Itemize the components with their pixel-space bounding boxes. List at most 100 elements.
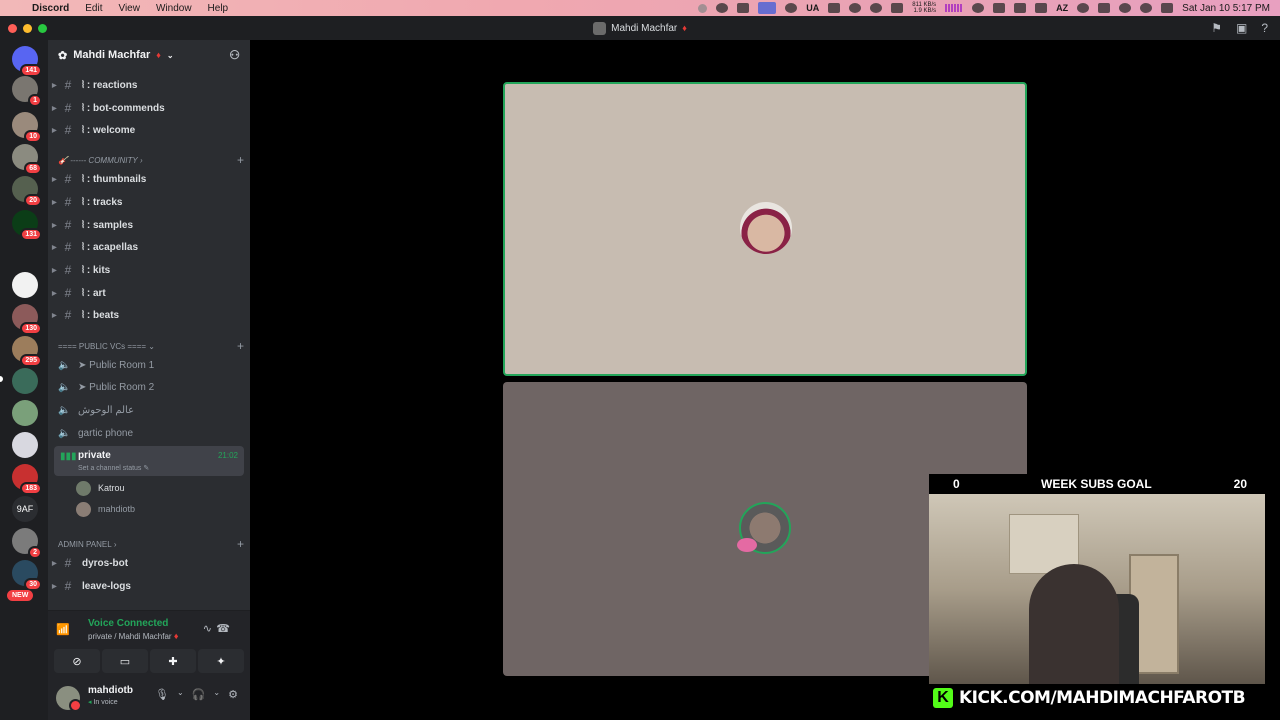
kick-url: KICK.COM/MAHDIMACHFAROTB — [959, 688, 1246, 708]
steering-icon[interactable] — [849, 3, 862, 13]
pencil-icon: ✎ — [143, 465, 150, 472]
chevron-down-icon[interactable]: ⌄ — [213, 688, 220, 701]
server-icon[interactable]: 295 — [12, 336, 42, 367]
voice-channel-public-room-1[interactable]: 🔈 ➤ Public Room 1 — [58, 355, 246, 375]
channel-tracks[interactable]: ▶ # ⦚ : tracks — [52, 192, 246, 212]
voice-channel-private[interactable]: ▮▮▮ private Set a channel status ✎ 21:02 — [54, 446, 244, 476]
network-speed[interactable]: 811 KB/s 1.9 KB/s — [912, 2, 936, 14]
voice-channel-arabic[interactable]: 🔈 عالم الوحوش — [58, 400, 246, 420]
server-icon[interactable] — [12, 272, 38, 298]
channel-reactions[interactable]: ▶ # ⦚ : reactions — [52, 75, 246, 95]
collapse-arrow-icon: ▶ — [52, 290, 57, 297]
activities-button[interactable]: ✚ — [150, 649, 196, 673]
category-public-vcs[interactable]: ==== PUBLIC VCs ==== ⌄ + — [58, 339, 244, 353]
wifi-icon[interactable] — [1119, 3, 1132, 13]
channel-status-text: Set a channel status — [78, 465, 142, 472]
record-indicator-icon[interactable] — [698, 3, 708, 13]
participant-tile-speaking[interactable] — [503, 82, 1027, 376]
music-icon[interactable] — [870, 3, 883, 13]
server-icon[interactable] — [12, 400, 38, 426]
voice-channel-public-room-2[interactable]: 🔈 ➤ Public Room 2 — [58, 377, 246, 397]
disconnect-icon[interactable]: ☎ — [216, 622, 230, 635]
server-icon[interactable]: 183 — [12, 464, 42, 495]
eye-icon[interactable] — [891, 3, 904, 13]
category-community[interactable]: 🎸 ------ COMMUNITY › + — [58, 153, 244, 167]
home-dm-icon[interactable]: 141 — [12, 46, 42, 77]
voice-member-mahdiotb[interactable]: mahdiotb — [76, 500, 236, 518]
collapse-arrow-icon: ▶ — [52, 312, 57, 319]
grid-icon[interactable] — [828, 3, 841, 13]
noise-suppression-icon[interactable]: ∿ — [203, 622, 212, 635]
chevron-down-icon: ⌄ — [166, 50, 174, 60]
obs-icon[interactable] — [716, 3, 729, 13]
camera-off-button[interactable]: ⊘ — [54, 649, 100, 673]
menu-help[interactable]: Help — [208, 3, 229, 14]
input-language[interactable]: UA — [806, 3, 819, 13]
waveform-icon[interactable] — [737, 3, 750, 13]
webcam-overlay — [929, 494, 1265, 684]
headphones-icon[interactable]: 🎧 — [192, 688, 206, 701]
cpu-meter-icon[interactable] — [945, 4, 964, 12]
channel-thumbnails[interactable]: ▶ # ⦚ : thumbnails — [52, 169, 246, 189]
channel-beats[interactable]: ▶ # ⦚ : beats — [52, 305, 246, 325]
microphone-icon[interactable]: 🎙 — [155, 688, 169, 701]
gear-icon[interactable]: ⚙ — [228, 688, 238, 701]
screen-share-button[interactable]: ▭ — [102, 649, 148, 673]
collapse-arrow-icon: ▶ — [52, 222, 57, 229]
battery-icon[interactable] — [1098, 3, 1111, 13]
vpn-icon[interactable] — [785, 3, 798, 13]
channel-leave-logs[interactable]: ▶ # leave-logs — [52, 576, 246, 596]
soundboard-button[interactable]: ✦ — [198, 649, 244, 673]
spotlight-search-icon[interactable] — [1140, 3, 1153, 13]
server-icon[interactable]: 9AF — [12, 496, 38, 522]
channel-dyros-bot[interactable]: ▶ # dyros-bot — [52, 553, 246, 573]
control-center-icon[interactable] — [1161, 3, 1174, 13]
lock-icon[interactable] — [1014, 3, 1027, 13]
menu-window[interactable]: Window — [156, 3, 192, 14]
screen-share-icon[interactable] — [758, 2, 777, 14]
notes-icon[interactable] — [1035, 3, 1048, 13]
play-icon[interactable] — [1077, 3, 1090, 13]
menubar-clock[interactable]: Sat Jan 10 5:17 PM — [1182, 3, 1270, 14]
voice-channel-gartic-phone[interactable]: 🔈 gartic phone — [58, 423, 246, 443]
chevron-down-icon[interactable]: ⌄ — [177, 688, 184, 701]
voice-member-katrou[interactable]: Katrou — [76, 479, 236, 497]
category-admin-panel[interactable]: ADMIN PANEL › + — [58, 537, 244, 551]
disk-icon[interactable] — [972, 3, 985, 13]
avatar[interactable] — [56, 686, 82, 712]
server-icon[interactable]: 2 — [12, 528, 42, 559]
channel-bot-commends[interactable]: ▶ # ⦚ : bot-commends — [52, 98, 246, 118]
menu-app-name[interactable]: Discord — [32, 3, 69, 14]
channel-kits[interactable]: ▶ # ⦚ : kits — [52, 260, 246, 280]
server-icon[interactable]: 1 — [12, 76, 42, 107]
keyboard-layout[interactable]: AZ — [1056, 3, 1068, 13]
server-icon[interactable] — [12, 432, 38, 458]
kick-server-icon[interactable]: 131 — [12, 210, 42, 241]
add-channel-icon[interactable]: + — [237, 153, 244, 167]
add-channel-icon[interactable]: + — [237, 537, 244, 551]
add-channel-icon[interactable]: + — [237, 339, 244, 353]
monitor-icon[interactable] — [993, 3, 1006, 13]
channel-acapellas[interactable]: ▶ # ⦚ : acapellas — [52, 237, 246, 257]
user-name[interactable]: mahdiotb — [88, 685, 133, 696]
channel-art[interactable]: ▶ # ⦚ : art — [52, 283, 246, 303]
voice-location[interactable]: private / Mahdi Machfar ♦ — [88, 631, 178, 641]
channel-welcome[interactable]: ▶ # ⦚ : welcome — [52, 120, 246, 140]
server-icon[interactable]: 68 — [12, 144, 42, 175]
add-member-icon[interactable]: ⚇ — [229, 48, 240, 62]
apple-icon[interactable] — [12, 2, 24, 14]
set-channel-status[interactable]: Set a channel status ✎ — [78, 464, 149, 472]
server-icon[interactable]: 30 — [12, 560, 42, 591]
server-icon[interactable]: 130 — [12, 304, 42, 335]
server-icon[interactable] — [12, 368, 38, 394]
new-badge[interactable]: NEW — [7, 590, 34, 601]
server-icon[interactable]: 10 — [12, 112, 42, 143]
menu-edit[interactable]: Edit — [85, 3, 102, 14]
menu-view[interactable]: View — [118, 3, 140, 14]
webcam-person — [1029, 564, 1119, 684]
channel-samples[interactable]: ▶ # ⦚ : samples — [52, 215, 246, 235]
server-icon[interactable]: 20 — [12, 176, 42, 207]
server-header[interactable]: ✿ Mahdi Machfar ♦ ⌄ ⚇ — [48, 40, 250, 70]
signal-icon[interactable]: 📶 — [56, 623, 70, 636]
hash-icon: # — [64, 308, 72, 322]
